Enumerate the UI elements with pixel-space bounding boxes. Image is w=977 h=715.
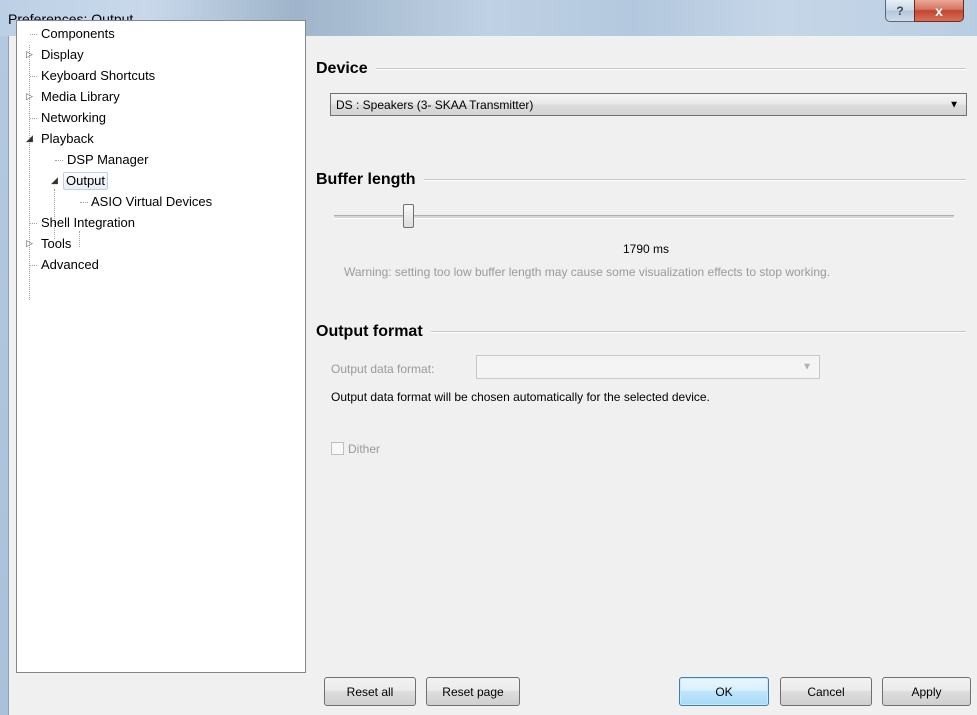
output-format-section-heading: Output format xyxy=(316,323,966,341)
tree-item-label: Playback xyxy=(41,131,94,146)
ok-button[interactable]: OK xyxy=(679,677,769,706)
buffer-heading: Buffer length xyxy=(316,171,416,188)
apply-button[interactable]: Apply xyxy=(882,677,971,706)
tree-item-label: Advanced xyxy=(41,257,99,272)
buffer-warning: Warning: setting too low buffer length m… xyxy=(344,265,831,279)
section-divider xyxy=(430,331,966,333)
tree-item-label: Tools xyxy=(41,236,72,251)
tree-item-label: DSP Manager xyxy=(67,152,149,167)
tree-guide-output xyxy=(79,231,80,247)
buffer-value: 1790 ms xyxy=(623,242,670,256)
close-button[interactable]: x xyxy=(914,0,964,22)
preferences-window: Preferences: Output ? x Components ▷ Dis… xyxy=(0,0,977,715)
expand-icon[interactable]: ▷ xyxy=(25,239,34,248)
collapse-icon[interactable]: ◢ xyxy=(50,176,59,185)
chevron-down-icon: ▼ xyxy=(802,361,812,373)
expand-icon[interactable]: ▷ xyxy=(25,92,34,101)
buffer-section-heading: Buffer length xyxy=(316,171,966,189)
tree-item-label: ASIO Virtual Devices xyxy=(91,194,213,209)
device-select-value: DS : Speakers (3- SKAA Transmitter) xyxy=(336,97,534,112)
tree-item-label: Keyboard Shortcuts xyxy=(41,68,156,83)
buffer-slider-track[interactable] xyxy=(334,215,954,219)
cancel-button[interactable]: Cancel xyxy=(780,677,872,706)
dither-label[interactable]: Dither xyxy=(348,442,380,456)
section-divider xyxy=(375,68,966,70)
output-format-auto-note: Output data format will be chosen automa… xyxy=(331,390,710,404)
device-heading: Device xyxy=(316,60,368,77)
buffer-slider-thumb[interactable] xyxy=(403,204,414,228)
reset-page-button[interactable]: Reset page xyxy=(426,677,520,706)
chevron-down-icon: ▼ xyxy=(949,99,959,110)
tree-item-label: Display xyxy=(41,47,84,62)
tree-item-label: Components xyxy=(41,26,115,41)
dither-checkbox[interactable] xyxy=(331,442,344,455)
collapse-icon[interactable]: ◢ xyxy=(25,134,34,143)
tree-item-label: Shell Integration xyxy=(41,215,135,230)
reset-all-button[interactable]: Reset all xyxy=(324,677,416,706)
expand-icon[interactable]: ▷ xyxy=(25,50,34,59)
device-section-heading: Device xyxy=(316,60,966,78)
help-icon: ? xyxy=(896,3,904,18)
section-divider xyxy=(423,179,966,181)
tree-item-label: Media Library xyxy=(41,89,120,104)
close-icon: x xyxy=(935,2,943,19)
preferences-tree[interactable]: Components ▷ Display Keyboard Shortcuts … xyxy=(16,20,306,673)
output-data-format-select[interactable]: ▼ xyxy=(476,355,820,379)
output-data-format-label: Output data format: xyxy=(331,362,435,376)
tree-item-label: Networking xyxy=(41,110,107,125)
output-format-heading: Output format xyxy=(316,323,423,340)
device-select[interactable]: DS : Speakers (3- SKAA Transmitter) ▼ xyxy=(330,93,967,116)
help-button[interactable]: ? xyxy=(885,0,915,22)
tree-guide-root xyxy=(29,45,30,300)
tree-item-label-selected: Output xyxy=(63,172,109,190)
